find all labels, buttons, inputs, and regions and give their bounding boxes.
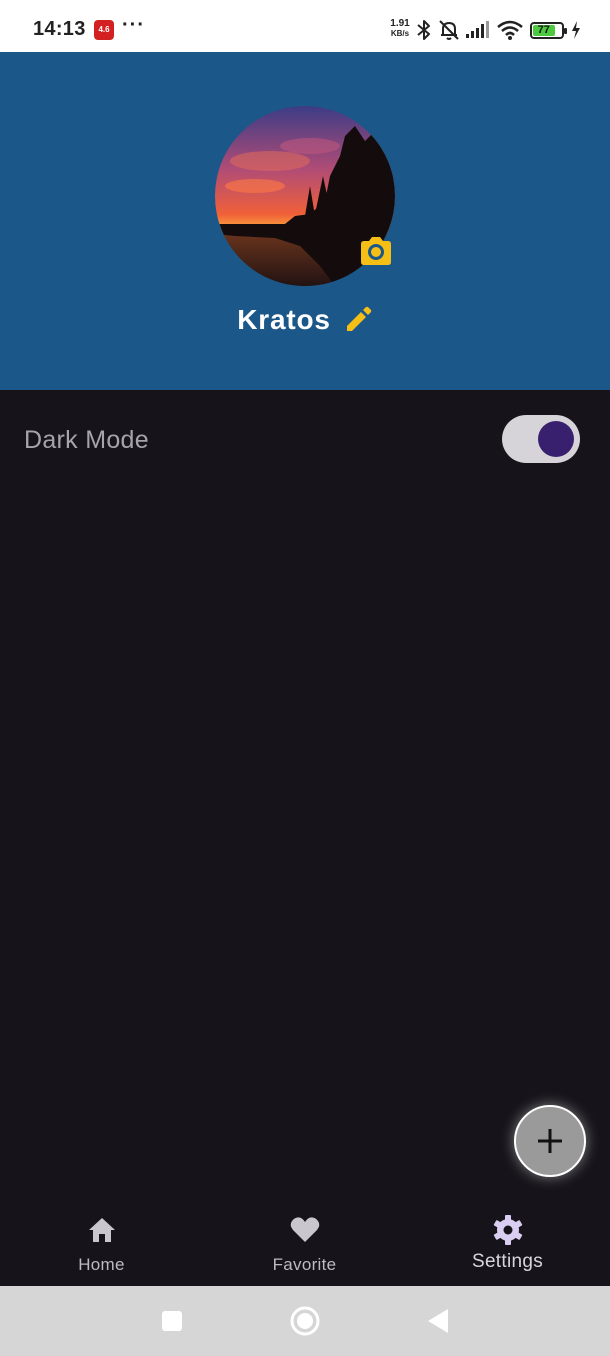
home-circle-icon[interactable] (290, 1306, 320, 1336)
heart-icon (290, 1217, 319, 1242)
profile-header: Kratos (0, 52, 610, 390)
home-icon (88, 1218, 115, 1242)
signal-icon (466, 21, 489, 38)
recents-square-icon[interactable] (161, 1310, 183, 1332)
nav-item-favorite[interactable]: Favorite (203, 1200, 406, 1286)
screen: 14:13 4.6 ··· 1.91 KB/s 77 Kratos Dark M… (0, 0, 610, 1356)
pencil-icon[interactable] (343, 305, 373, 335)
more-notifications-icon: ··· (122, 14, 145, 36)
back-triangle-icon[interactable] (426, 1308, 450, 1334)
camera-icon[interactable] (358, 235, 394, 267)
nav-item-settings[interactable]: Settings (406, 1200, 609, 1286)
network-speed-value: 1.91 (390, 18, 410, 29)
battery-level: 77 (533, 25, 555, 36)
network-speed: 1.91 KB/s (387, 19, 413, 39)
nav-label-settings: Settings (471, 1251, 544, 1272)
system-nav-bar (0, 1286, 610, 1356)
battery-icon: 77 (530, 22, 567, 39)
bluetooth-icon (417, 20, 430, 40)
dark-mode-setting: Dark Mode (0, 390, 610, 486)
plus-icon (538, 1129, 562, 1153)
network-speed-unit: KB/s (390, 29, 410, 38)
profile-name: Kratos (237, 304, 331, 335)
profile-name-row: Kratos (0, 300, 610, 340)
bell-off-icon (439, 20, 459, 40)
nav-label-home: Home (78, 1255, 125, 1274)
gear-icon (493, 1215, 522, 1245)
nav-item-home[interactable]: Home (0, 1200, 203, 1286)
toggle-knob (538, 421, 574, 457)
charging-icon (572, 21, 580, 39)
status-bar: 14:13 4.6 ··· 1.91 KB/s 77 (0, 0, 610, 52)
dark-mode-toggle[interactable] (502, 415, 580, 463)
dark-mode-label: Dark Mode (24, 426, 149, 454)
status-time: 14:13 (33, 18, 86, 40)
nav-label-favorite: Favorite (272, 1255, 337, 1274)
add-button[interactable] (514, 1105, 586, 1177)
bottom-nav: Home Favorite Settings (0, 1200, 610, 1286)
notification-app-icon: 4.6 (94, 20, 114, 40)
wifi-icon (497, 20, 523, 40)
